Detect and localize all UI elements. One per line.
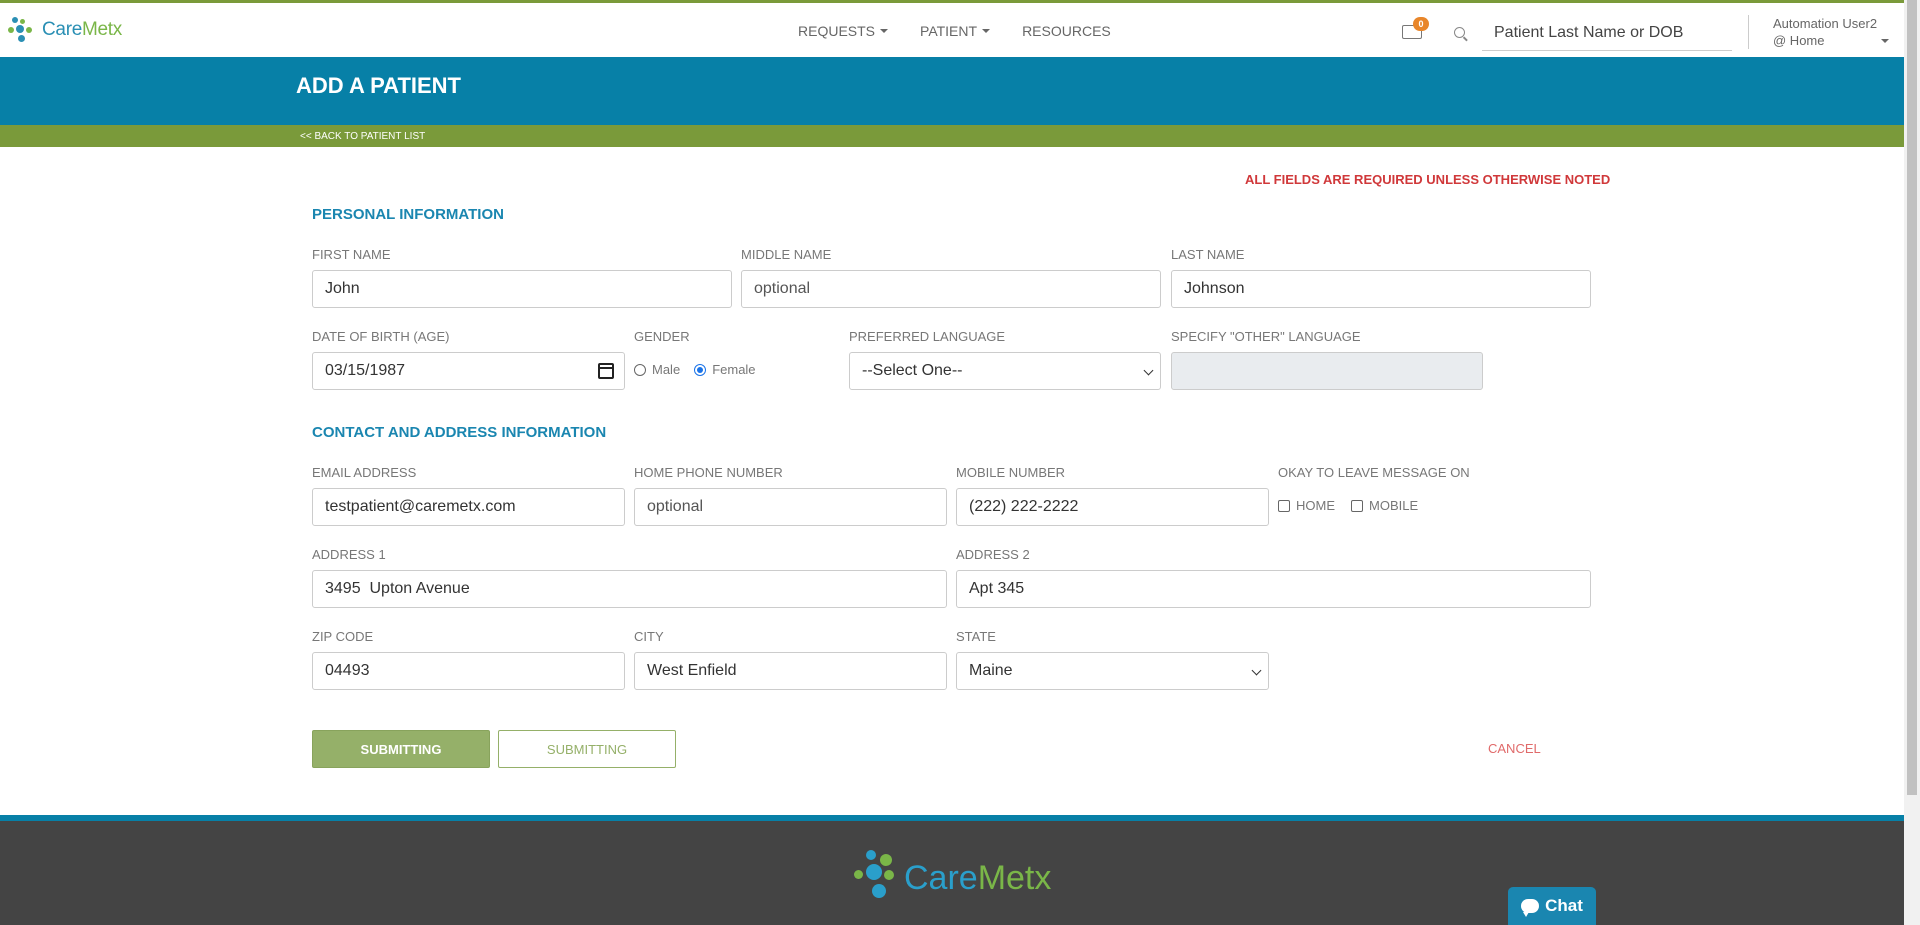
page-scrollbar[interactable]	[1904, 0, 1920, 925]
state-select[interactable]: Maine	[956, 652, 1269, 690]
zip-label: ZIP CODE	[312, 629, 374, 644]
state-value: Maine	[969, 662, 1013, 679]
zip-field[interactable]	[312, 652, 625, 690]
gender-male-radio[interactable]	[634, 363, 646, 376]
preferred-language-label: PREFERRED LANGUAGE	[849, 329, 1006, 344]
first-name-field[interactable]	[312, 270, 732, 308]
search-icon[interactable]	[1454, 27, 1465, 38]
leave-message-home-checkbox[interactable]	[1278, 499, 1290, 512]
main-nav: REQUESTS PATIENT RESOURCES	[798, 23, 1111, 39]
address1-field[interactable]	[312, 570, 947, 608]
user-name: Automation User2	[1773, 16, 1878, 31]
chat-button[interactable]: Chat	[1508, 887, 1596, 925]
other-language-label: SPECIFY "OTHER" LANGUAGE	[1171, 329, 1361, 344]
home-phone-label: HOME PHONE NUMBER	[634, 465, 783, 480]
address2-field[interactable]	[956, 570, 1591, 608]
logo-dots-icon	[8, 15, 38, 45]
caret-down-icon	[982, 29, 991, 33]
city-field[interactable]	[634, 652, 947, 690]
scrollbar-thumb[interactable]	[1907, 0, 1917, 795]
divider	[1748, 15, 1749, 49]
gender-female-radio[interactable]	[694, 363, 707, 376]
required-fields-note: ALL FIELDS ARE REQUIRED UNLESS OTHERWISE…	[1245, 172, 1611, 187]
leave-message-options: HOME MOBILE	[1278, 498, 1418, 513]
logo-text: CareMetx	[42, 19, 122, 40]
top-navbar: CareMetx REQUESTS PATIENT RESOURCES 0 Au…	[0, 0, 1904, 57]
last-name-label: LAST NAME	[1171, 247, 1245, 262]
submit-secondary-button[interactable]: SUBMITTING	[498, 730, 676, 768]
caret-down-icon	[880, 29, 889, 33]
nav-resources[interactable]: RESOURCES	[1022, 23, 1111, 39]
mobile-label: MOBILE NUMBER	[956, 465, 1066, 480]
other-language-field	[1171, 352, 1483, 390]
leave-message-label: OKAY TO LEAVE MESSAGE ON	[1278, 465, 1470, 480]
last-name-field[interactable]	[1171, 270, 1591, 308]
preferred-language-select[interactable]: --Select One--	[849, 352, 1161, 390]
home-phone-field[interactable]	[634, 488, 947, 526]
chevron-down-icon	[1251, 665, 1262, 676]
calendar-icon[interactable]	[598, 363, 614, 379]
nav-patient[interactable]: PATIENT	[920, 23, 991, 39]
user-menu[interactable]: Automation User2 @ Home	[1773, 15, 1889, 49]
first-name-label: FIRST NAME	[312, 247, 391, 262]
patient-search-input[interactable]	[1482, 15, 1732, 51]
preferred-language-value: --Select One--	[862, 362, 963, 379]
gender-female-label: Female	[712, 362, 756, 377]
page-banner: ADD A PATIENT	[0, 57, 1904, 125]
footer-logo-text: CareMetx	[904, 858, 1052, 897]
address2-label: ADDRESS 2	[956, 547, 1030, 562]
chevron-down-icon	[1143, 365, 1154, 376]
caret-down-icon	[1881, 39, 1889, 43]
mail-count-badge: 0	[1413, 17, 1429, 31]
footer-logo: CareMetx	[852, 848, 1051, 908]
dob-value: 03/15/1987	[325, 362, 406, 379]
sub-banner: << BACK TO PATIENT LIST	[0, 125, 1904, 147]
leave-message-mobile-label: MOBILE	[1369, 498, 1419, 513]
chat-label: Chat	[1545, 896, 1583, 915]
nav-requests[interactable]: REQUESTS	[798, 23, 889, 39]
cancel-link[interactable]: CANCEL	[1488, 741, 1541, 756]
page-footer: CareMetx	[0, 821, 1904, 925]
personal-info-heading: PERSONAL INFORMATION	[312, 206, 504, 223]
gender-male-label: Male	[652, 362, 681, 377]
chat-bubble-icon	[1521, 899, 1540, 917]
contact-info-heading: CONTACT AND ADDRESS INFORMATION	[312, 424, 607, 441]
submit-button[interactable]: SUBMITTING	[312, 730, 490, 768]
email-label: EMAIL ADDRESS	[312, 465, 417, 480]
logo-dots-icon	[852, 848, 902, 908]
email-field[interactable]	[312, 488, 625, 526]
dob-label: DATE OF BIRTH (AGE)	[312, 329, 450, 344]
dob-field[interactable]: 03/15/1987	[312, 352, 625, 390]
back-to-patient-list-link[interactable]: << BACK TO PATIENT LIST	[300, 131, 425, 142]
leave-message-mobile-checkbox[interactable]	[1351, 499, 1363, 512]
middle-name-label: MIDDLE NAME	[741, 247, 832, 262]
mobile-field[interactable]	[956, 488, 1269, 526]
leave-message-home-label: HOME	[1296, 498, 1335, 513]
gender-label: GENDER	[634, 329, 690, 344]
user-location: @ Home	[1773, 33, 1825, 48]
middle-name-field[interactable]	[741, 270, 1161, 308]
caremetx-logo[interactable]: CareMetx	[8, 15, 122, 45]
city-label: CITY	[634, 629, 664, 644]
state-label: STATE	[956, 629, 996, 644]
address1-label: ADDRESS 1	[312, 547, 386, 562]
mail-button[interactable]: 0	[1402, 17, 1429, 39]
page-title: ADD A PATIENT	[296, 73, 461, 98]
gender-radio-group: Male Female	[634, 362, 756, 377]
